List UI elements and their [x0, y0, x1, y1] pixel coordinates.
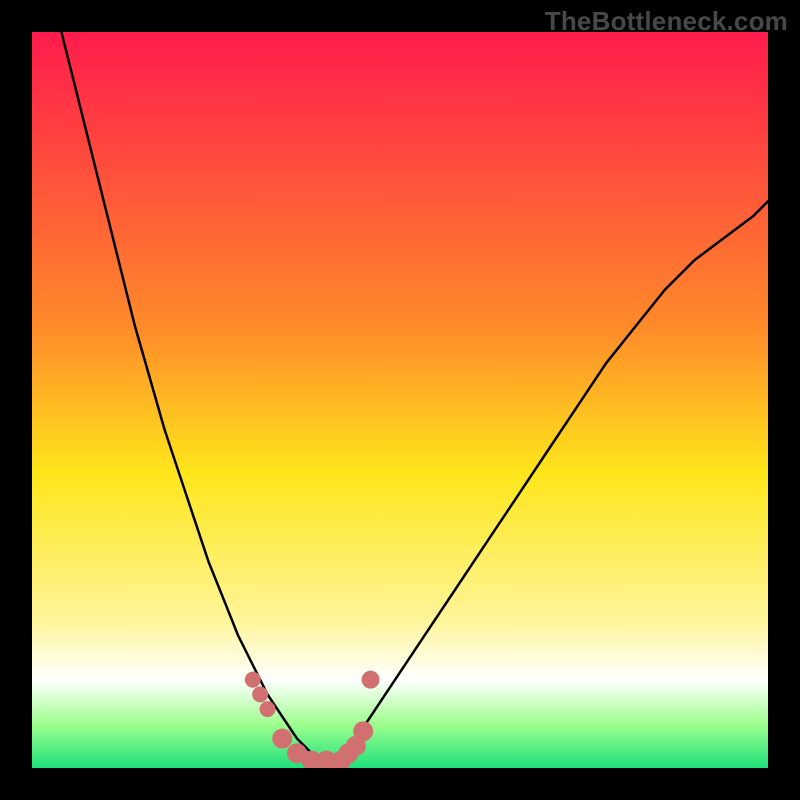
marker-dot [353, 721, 373, 741]
marker-dot [362, 671, 380, 689]
chart-frame: TheBottleneck.com [0, 0, 800, 800]
plot-area [32, 32, 768, 768]
marker-dot [260, 701, 276, 717]
background-gradient [32, 32, 768, 768]
chart-svg [32, 32, 768, 768]
marker-dot [245, 672, 261, 688]
marker-dot [272, 729, 292, 749]
marker-dot [252, 686, 268, 702]
watermark-text: TheBottleneck.com [545, 6, 788, 37]
